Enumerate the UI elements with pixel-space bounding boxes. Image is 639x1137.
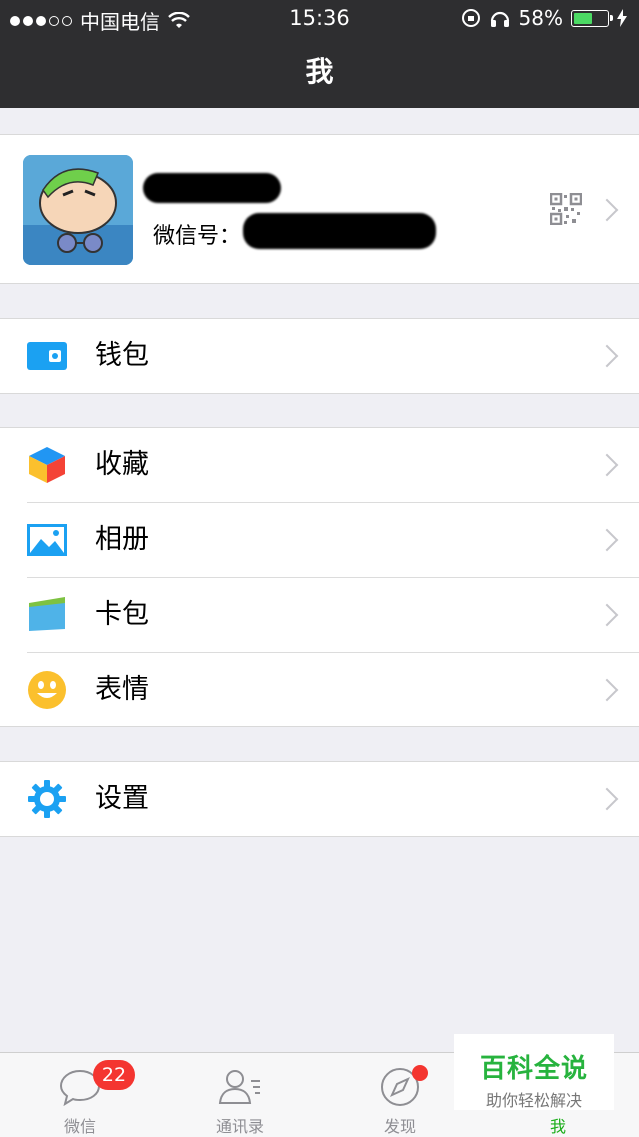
redacted-nickname bbox=[143, 173, 281, 203]
menu-item-favorites[interactable]: 收藏 bbox=[0, 428, 639, 502]
menu-item-stickers[interactable]: 表情 bbox=[0, 653, 639, 727]
card-pack-icon bbox=[29, 597, 65, 631]
menu-item-label: 表情 bbox=[95, 674, 149, 705]
album-picture-icon bbox=[27, 524, 67, 556]
smiley-icon bbox=[28, 671, 66, 709]
unread-badge: 22 bbox=[93, 1060, 135, 1090]
status-bar: 中国电信 15:36 58% bbox=[0, 0, 639, 36]
menu-item-label: 卡包 bbox=[95, 599, 149, 630]
watermark: 百科全说 助你轻松解决 bbox=[454, 1034, 614, 1110]
battery-icon bbox=[571, 9, 613, 27]
chevron-right-icon bbox=[595, 528, 619, 552]
chevron-right-icon bbox=[595, 787, 619, 811]
menu-item-label: 收藏 bbox=[95, 449, 149, 480]
chevron-right-icon bbox=[595, 198, 619, 222]
menu-item-label: 设置 bbox=[95, 783, 149, 814]
tab-label: 我 bbox=[549, 1117, 566, 1136]
chevron-right-icon bbox=[595, 344, 619, 368]
wechat-id-label: 微信号： bbox=[153, 224, 242, 249]
menu-item-wallet[interactable]: 钱包 bbox=[0, 319, 639, 393]
watermark-title: 百科全说 bbox=[479, 1054, 588, 1084]
tab-label: 微信 bbox=[63, 1117, 96, 1136]
contacts-icon bbox=[218, 1070, 260, 1104]
menu-item-settings[interactable]: 设置 bbox=[0, 762, 639, 836]
tab-contacts[interactable]: 通讯录 bbox=[160, 1053, 320, 1137]
profile-card[interactable]: 微信号： bbox=[0, 134, 639, 284]
avatar[interactable] bbox=[23, 155, 133, 265]
charging-icon bbox=[617, 9, 627, 27]
tab-chats[interactable]: 22 微信 bbox=[0, 1053, 160, 1137]
menu-item-album[interactable]: 相册 bbox=[0, 503, 639, 577]
favorites-cube-icon bbox=[29, 447, 65, 483]
watermark-subtitle: 助你轻松解决 bbox=[485, 1091, 582, 1110]
discover-notification-dot bbox=[412, 1065, 428, 1081]
nav-bar: 我 bbox=[0, 36, 639, 108]
settings-section: 设置 bbox=[0, 761, 639, 837]
battery-percent: 58% bbox=[518, 6, 563, 30]
chevron-right-icon bbox=[595, 678, 619, 702]
wallet-section: 钱包 bbox=[0, 318, 639, 394]
wallet-icon bbox=[27, 342, 67, 370]
redacted-wechat-id bbox=[243, 213, 436, 249]
media-section: 收藏 相册 卡包 表情 bbox=[0, 427, 639, 727]
menu-item-label: 钱包 bbox=[95, 340, 149, 371]
chevron-right-icon bbox=[595, 603, 619, 627]
qr-code-icon[interactable] bbox=[550, 193, 582, 225]
gear-icon bbox=[28, 780, 66, 818]
tab-label: 通讯录 bbox=[215, 1117, 264, 1136]
chevron-right-icon bbox=[595, 453, 619, 477]
menu-item-label: 相册 bbox=[95, 524, 149, 555]
tab-label: 发现 bbox=[383, 1117, 416, 1136]
avatar-image bbox=[23, 155, 133, 265]
page-title: 我 bbox=[305, 55, 334, 88]
menu-item-card-pack[interactable]: 卡包 bbox=[0, 578, 639, 652]
headphones-icon bbox=[490, 11, 509, 27]
orientation-lock-icon bbox=[461, 9, 480, 27]
